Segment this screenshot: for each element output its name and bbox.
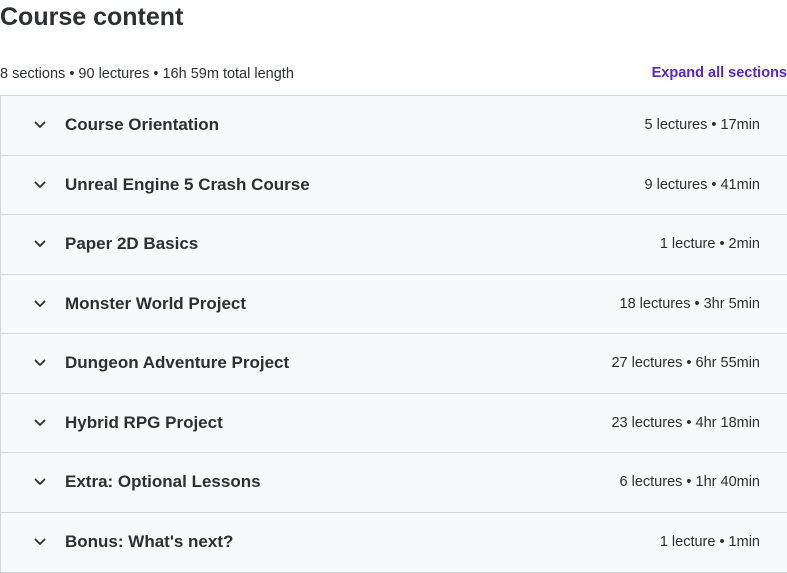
section-header[interactable]: Hybrid RPG Project 23 lectures • 4hr 18m…: [1, 393, 787, 453]
expand-all-sections-button[interactable]: Expand all sections: [652, 63, 787, 83]
section-title: Unreal Engine 5 Crash Course: [65, 174, 310, 194]
section-info: 6 lectures • 1hr 40min: [619, 474, 760, 491]
chevron-down-icon: [33, 475, 47, 489]
course-summary: 8 sections • 90 lectures • 16h 59m total…: [0, 66, 294, 82]
section-header[interactable]: Bonus: What's next? 1 lecture • 1min: [1, 512, 787, 572]
section-list: Course Orientation 5 lectures • 17min Un…: [0, 95, 787, 573]
section-title: Course Orientation: [65, 115, 219, 135]
section-info: 1 lecture • 2min: [659, 236, 760, 253]
section-info: 9 lectures • 41min: [644, 176, 761, 193]
section-header[interactable]: Dungeon Adventure Project 27 lectures • …: [1, 334, 787, 394]
section-title: Dungeon Adventure Project: [65, 353, 290, 373]
section-title: Bonus: What's next?: [65, 532, 234, 552]
chevron-down-icon: [33, 297, 47, 311]
section-info: 23 lectures • 4hr 18min: [611, 414, 760, 431]
section-header[interactable]: Extra: Optional Lessons 6 lectures • 1hr…: [1, 453, 787, 513]
course-content-panel: Course content 8 sections • 90 lectures …: [0, 0, 787, 573]
section-title: Monster World Project: [65, 293, 247, 313]
section-info: 27 lectures • 6hr 55min: [611, 355, 760, 372]
chevron-down-icon: [33, 237, 47, 251]
section-header[interactable]: Unreal Engine 5 Crash Course 9 lectures …: [1, 155, 787, 215]
section-header[interactable]: Paper 2D Basics 1 lecture • 2min: [1, 215, 787, 275]
chevron-down-icon: [33, 118, 47, 132]
chevron-down-icon: [33, 356, 47, 370]
section-info: 5 lectures • 17min: [644, 117, 761, 134]
section-header[interactable]: Monster World Project 18 lectures • 3hr …: [1, 274, 787, 334]
section-title: Hybrid RPG Project: [65, 412, 223, 432]
chevron-down-icon: [33, 178, 47, 192]
chevron-down-icon: [33, 535, 47, 549]
section-title: Extra: Optional Lessons: [65, 472, 261, 492]
section-header[interactable]: Course Orientation 5 lectures • 17min: [1, 96, 787, 156]
section-info: 1 lecture • 1min: [659, 534, 760, 551]
page-title: Course content: [0, 3, 184, 31]
chevron-down-icon: [33, 416, 47, 430]
course-meta-row: 8 sections • 90 lectures • 16h 59m total…: [0, 62, 787, 86]
section-info: 18 lectures • 3hr 5min: [619, 295, 760, 312]
section-title: Paper 2D Basics: [65, 234, 199, 254]
